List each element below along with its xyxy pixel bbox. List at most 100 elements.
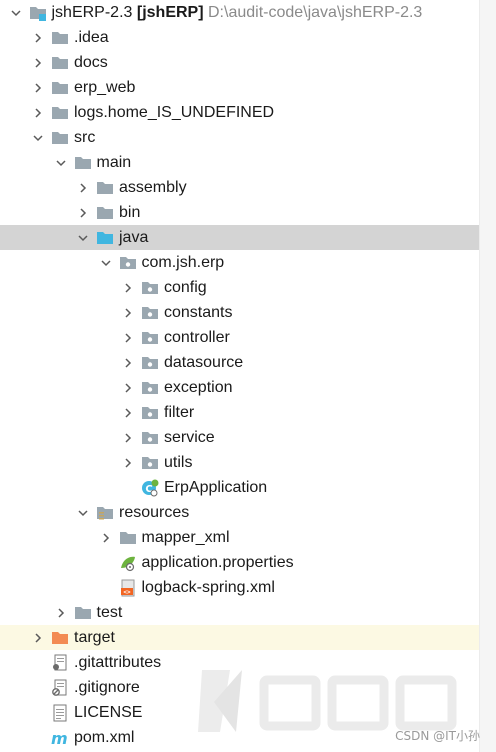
tree-item-src[interactable]: src [0,125,480,150]
chevron-down-icon[interactable] [32,132,44,144]
tree-item-text: jshERP-2.3 [51,4,133,21]
chevron-right-icon[interactable] [32,107,44,119]
tree-item-com-jsh-erp[interactable]: com.jsh.erp [0,250,480,275]
tree-item-label: test [97,600,123,625]
tree-item-controller[interactable]: controller [0,325,480,350]
tree-item-label: src [74,125,95,150]
tree-item-erp-web[interactable]: erp_web [0,75,480,100]
tree-item-label: docs [74,50,108,75]
tree-item-assembly[interactable]: assembly [0,175,480,200]
folder-icon [96,179,114,197]
tree-item-text: .gitignore [74,679,140,696]
project-tree: jshERP-2.3 [jshERP] D:\audit-code\java\j… [0,0,480,752]
chevron-right-icon[interactable] [32,32,44,44]
chevron-right-icon[interactable] [32,57,44,69]
tree-item-resources[interactable]: resources [0,500,480,525]
gitignore-file-icon [51,679,69,697]
chevron-right-icon[interactable] [77,182,89,194]
module-folder-icon [29,4,47,22]
tree-item-service[interactable]: service [0,425,480,450]
chevron-down-icon[interactable] [55,157,67,169]
tree-item-label: jshERP-2.3 [jshERP] D:\audit-code\java\j… [52,0,423,25]
folder-icon [74,604,92,622]
tree-item-bin[interactable]: bin [0,200,480,225]
tree-item-label: .gitignore [74,675,140,700]
spring-properties-icon [119,554,137,572]
tree-item-label: datasource [164,350,243,375]
git-file-icon [51,654,69,672]
tree-item-datasource[interactable]: datasource [0,350,480,375]
tree-item-main[interactable]: main [0,150,480,175]
excluded-folder-icon [51,629,69,647]
tree-item-text: .idea [74,29,109,46]
tree-item-label: main [97,150,132,175]
tree-item-java[interactable]: java [0,225,480,250]
tree-item-text: exception [164,379,233,396]
chevron-right-icon[interactable] [100,532,112,544]
chevron-down-icon[interactable] [77,507,89,519]
svg-text:m: m [51,729,68,747]
tree-item-text: target [74,629,115,646]
folder-icon [51,54,69,72]
folder-icon [51,79,69,97]
package-icon [141,404,159,422]
chevron-down-icon[interactable] [77,232,89,244]
tree-item-text: com.jsh.erp [141,254,225,271]
svg-text:<>: <> [123,589,131,596]
tree-item-label: resources [119,500,189,525]
tree-item-text: resources [119,504,190,521]
chevron-right-icon[interactable] [122,382,134,394]
chevron-right-icon[interactable] [55,607,67,619]
tree-item-utils[interactable]: utils [0,450,480,475]
package-icon [141,304,159,322]
module-name: [jshERP] [132,4,204,21]
chevron-right-icon[interactable] [122,457,134,469]
tree-item-text: java [119,229,149,246]
chevron-right-icon[interactable] [122,407,134,419]
tree-item-text: test [96,604,123,621]
tree-item-logs-home-is-undefined[interactable]: logs.home_IS_UNDEFINED [0,100,480,125]
chevron-right-icon[interactable] [122,357,134,369]
chevron-down-icon[interactable] [100,257,112,269]
tree-item-test[interactable]: test [0,600,480,625]
tree-item-idea[interactable]: .idea [0,25,480,50]
watermark-text: CSDN @IT小孙 [395,729,480,743]
tree-item-jsherp-2-3[interactable]: jshERP-2.3 [jshERP] D:\audit-code\java\j… [0,0,480,25]
tree-item-text: mapper_xml [141,529,230,546]
chevron-right-icon[interactable] [122,432,134,444]
tree-item-docs[interactable]: docs [0,50,480,75]
tree-item-application-properties[interactable]: application.properties [0,550,480,575]
vertical-scrollbar[interactable] [479,0,496,752]
chevron-right-icon[interactable] [122,282,134,294]
tree-item-text: pom.xml [74,729,135,746]
chevron-right-icon[interactable] [122,307,134,319]
chevron-right-icon[interactable] [77,207,89,219]
tree-item-label: java [119,225,148,250]
tree-item-label: utils [164,450,192,475]
tree-item-label: .idea [74,25,109,50]
tree-item-text: config [164,279,207,296]
chevron-right-icon[interactable] [32,632,44,644]
tree-item-exception[interactable]: exception [0,375,480,400]
chevron-right-icon[interactable] [122,332,134,344]
folder-icon [74,154,92,172]
resources-folder-icon [96,504,114,522]
tree-item-text: application.properties [141,554,294,571]
tree-item-mapper-xml[interactable]: mapper_xml [0,525,480,550]
chevron-down-icon[interactable] [10,7,22,19]
tree-item-filter[interactable]: filter [0,400,480,425]
tree-item-label: exception [164,375,233,400]
package-icon [141,329,159,347]
tree-item-config[interactable]: config [0,275,480,300]
package-icon [141,454,159,472]
tree-item-text: LICENSE [74,704,143,721]
tree-item-constants[interactable]: constants [0,300,480,325]
tree-item-label: bin [119,200,140,225]
package-icon [141,429,159,447]
source-folder-icon [96,229,114,247]
tree-item-text: constants [164,304,233,321]
chevron-right-icon[interactable] [32,82,44,94]
tree-item-target[interactable]: target [0,625,480,650]
tree-item-erpapplication[interactable]: C ErpApplication [0,475,480,500]
tree-item-logback-spring-xml[interactable]: <> logback-spring.xml [0,575,480,600]
